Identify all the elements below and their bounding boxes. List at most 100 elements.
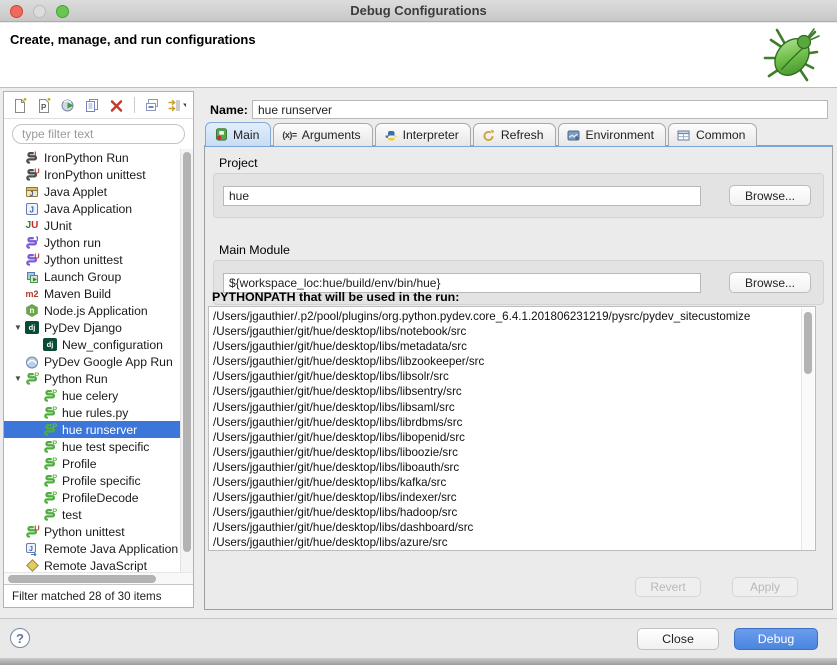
python-run-icon: P — [42, 473, 58, 489]
tree-item-label: Remote JavaScript — [44, 559, 147, 573]
tree-item-ironpython-unittest[interactable]: U IronPython unittest — [4, 166, 180, 183]
arguments-icon: (x)= — [282, 129, 296, 142]
pythonpath-entry[interactable]: /Users/jgauthier/git/hue/desktop/libs/li… — [213, 400, 815, 415]
filter-launch-icon[interactable] — [167, 96, 186, 115]
new-prototype-icon[interactable]: P — [35, 96, 54, 115]
tree-item-java-application[interactable]: JJava Application — [4, 200, 180, 217]
delete-icon[interactable] — [107, 96, 126, 115]
apply-button[interactable]: Apply — [732, 577, 798, 597]
tree-item-python-unittest[interactable]: UPython unittest — [4, 523, 180, 540]
tree-item-label: Maven Build — [44, 287, 111, 301]
tree-item-remote-java-application[interactable]: JRemote Java Application — [4, 540, 180, 557]
filter-status-text: Filter matched 28 of 30 items — [4, 584, 193, 603]
tab-common[interactable]: Common — [668, 123, 757, 146]
tree-horizontal-scrollbar[interactable] — [4, 572, 193, 584]
svg-text:P: P — [34, 371, 39, 379]
tree-item-label: PyDev Google App Run — [44, 355, 173, 369]
tree-item-label: Launch Group — [44, 270, 121, 284]
svg-text:P: P — [52, 422, 57, 430]
pythonpath-entry[interactable]: /Users/jgauthier/git/hue/desktop/libs/li… — [213, 384, 815, 399]
svg-text:U: U — [34, 252, 39, 260]
tree-item-profiledecode[interactable]: PProfileDecode — [4, 489, 180, 506]
expander-icon[interactable]: ▼ — [12, 323, 24, 332]
tree-item-label: IronPython Run — [44, 151, 129, 165]
tree-item-test[interactable]: Ptest — [4, 506, 180, 523]
main-tab-content: Project Browse... Main Module Browse... … — [204, 145, 833, 610]
pythonpath-entry[interactable]: /Users/jgauthier/git/hue/desktop/libs/li… — [213, 460, 815, 475]
pythonpath-scrollbar[interactable] — [801, 308, 814, 551]
tree-item-profile[interactable]: PProfile — [4, 455, 180, 472]
pythonpath-entry[interactable]: /Users/jgauthier/git/hue/desktop/libs/ka… — [213, 475, 815, 490]
tree-item-label: IronPython unittest — [44, 168, 146, 182]
tree-item-remote-javascript[interactable]: Remote JavaScript — [4, 557, 180, 572]
pythonpath-entry[interactable]: /Users/jgauthier/git/hue/desktop/libs/ha… — [213, 505, 815, 520]
interpreter-icon — [384, 129, 398, 142]
maven-build-icon: m2 — [24, 286, 40, 302]
dialog-header: Create, manage, and run configurations — [0, 23, 837, 88]
ironpython-unittest-icon: U — [24, 167, 40, 183]
tree-item-profile-specific[interactable]: PProfile specific — [4, 472, 180, 489]
pythonpath-entry[interactable]: /Users/jgauthier/git/hue/desktop/libs/az… — [213, 535, 815, 550]
pythonpath-entry[interactable]: /Users/jgauthier/git/hue/desktop/libs/me… — [213, 339, 815, 354]
config-tab-bar: Main(x)=Arguments Interpreter Refresh Envir… — [205, 122, 759, 146]
pythonpath-entry[interactable]: /Users/jgauthier/.p2/pool/plugins/org.py… — [213, 309, 815, 324]
svg-text:P: P — [52, 473, 57, 481]
tree-item-junit[interactable]: JUJUnit — [4, 217, 180, 234]
remote-js-icon — [24, 558, 40, 573]
export-launch-icon[interactable] — [59, 96, 78, 115]
tab-main[interactable]: Main — [205, 122, 271, 146]
tree-item-hue-test-specific[interactable]: Phue test specific — [4, 438, 180, 455]
dialog-header-title: Create, manage, and run configurations — [10, 32, 256, 47]
svg-text:U: U — [34, 167, 39, 175]
tree-item-pydev-django[interactable]: ▼djPyDev Django — [4, 319, 180, 336]
pythonpath-entry[interactable]: /Users/jgauthier/git/hue/desktop/libs/li… — [213, 430, 815, 445]
pythonpath-entry[interactable]: /Users/jgauthier/git/hue/desktop/libs/li… — [213, 369, 815, 384]
tab-interpreter[interactable]: Interpreter — [375, 123, 471, 146]
tree-item-launch-group[interactable]: Launch Group — [4, 268, 180, 285]
environment-icon — [567, 129, 581, 142]
tree-item-hue-celery[interactable]: Phue celery — [4, 387, 180, 404]
main-module-browse-button[interactable]: Browse... — [729, 272, 811, 293]
tab-label: Environment — [586, 128, 654, 142]
nodejs-icon: n — [24, 303, 40, 319]
project-input[interactable] — [223, 186, 701, 206]
tree-item-maven-build[interactable]: m2 Maven Build — [4, 285, 180, 302]
pythonpath-entry[interactable]: /Users/jgauthier/git/hue/desktop/libs/da… — [213, 520, 815, 535]
tree-item-python-run[interactable]: ▼PPython Run — [4, 370, 180, 387]
name-input[interactable] — [252, 100, 828, 119]
filter-input[interactable] — [12, 124, 185, 144]
tab-environment[interactable]: Environment — [558, 123, 666, 146]
tab-label: Refresh — [501, 128, 544, 142]
help-icon[interactable]: ? — [10, 628, 30, 648]
tree-item-node-js-application[interactable]: nNode.js Application — [4, 302, 180, 319]
tree-item-new-configuration[interactable]: djNew_configuration — [4, 336, 180, 353]
close-button[interactable]: Close — [637, 628, 719, 650]
pythonpath-entry[interactable]: /Users/jgauthier/git/hue/desktop/libs/li… — [213, 415, 815, 430]
pythonpath-entry[interactable]: /Users/jgauthier/git/hue/desktop/libs/in… — [213, 490, 815, 505]
project-browse-button[interactable]: Browse... — [729, 185, 811, 206]
expander-icon[interactable]: ▼ — [12, 374, 24, 383]
tab-arguments[interactable]: (x)=Arguments — [273, 123, 372, 146]
debug-button[interactable]: Debug — [734, 628, 818, 650]
tree-item-jython-run[interactable]: JJython run — [4, 234, 180, 251]
tab-label: Common — [696, 128, 745, 142]
pythonpath-entry[interactable]: /Users/jgauthier/git/hue/desktop/libs/li… — [213, 445, 815, 460]
tab-refresh[interactable]: Refresh — [473, 123, 556, 146]
tree-item-pydev-google-app-run[interactable]: PyDev Google App Run — [4, 353, 180, 370]
tree-item-hue-runserver[interactable]: Phue runserver — [4, 421, 180, 438]
python-run-icon: P — [42, 439, 58, 455]
tree-item-ironpython-run[interactable]: IIronPython Run — [4, 149, 180, 166]
revert-button[interactable]: Revert — [635, 577, 701, 597]
pythonpath-entry[interactable]: /Users/jgauthier/git/hue/desktop/libs/li… — [213, 354, 815, 369]
python-run-icon: P — [24, 371, 40, 387]
tree-vertical-scrollbar[interactable] — [180, 149, 193, 572]
svg-text:U: U — [34, 524, 39, 532]
tab-label: Interpreter — [403, 128, 459, 142]
tree-item-hue-rules-py[interactable]: Phue rules.py — [4, 404, 180, 421]
new-configuration-icon[interactable] — [11, 96, 30, 115]
collapse-all-icon[interactable] — [143, 96, 162, 115]
duplicate-icon[interactable] — [83, 96, 102, 115]
tree-item-jython-unittest[interactable]: UJython unittest — [4, 251, 180, 268]
tree-item-java-applet[interactable]: JJava Applet — [4, 183, 180, 200]
pythonpath-entry[interactable]: /Users/jgauthier/git/hue/desktop/libs/no… — [213, 324, 815, 339]
